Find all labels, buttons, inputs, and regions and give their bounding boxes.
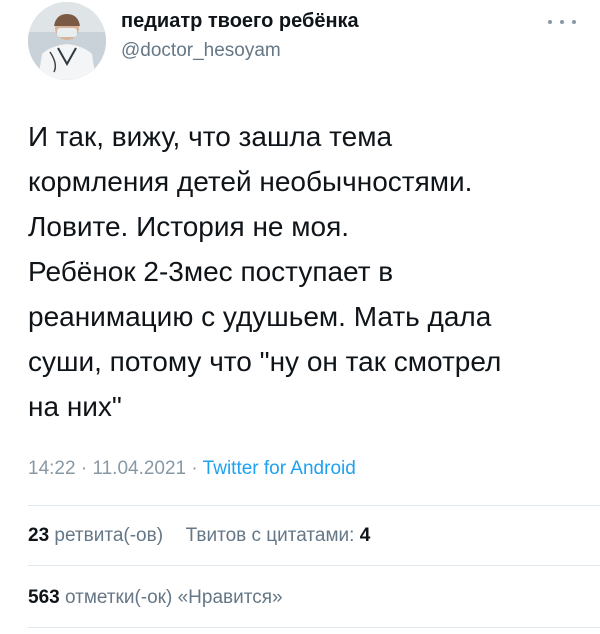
avatar[interactable] bbox=[28, 2, 106, 80]
tweet-time[interactable]: 14:22 bbox=[28, 458, 76, 479]
tweet-text-line: реанимацию с удушьем. Мать дала bbox=[28, 301, 492, 332]
quote-tweets-count: 4 bbox=[359, 525, 371, 546]
more-options-dot bbox=[560, 20, 564, 24]
divider bbox=[28, 505, 600, 506]
quote-tweets-label: Твитов с цитатами: bbox=[185, 525, 355, 546]
author-handle[interactable]: @doctor_hesoyam bbox=[121, 40, 281, 62]
tweet-text-line: Ребёнок 2-3мес поступает в bbox=[28, 256, 394, 287]
more-options-dot bbox=[548, 20, 552, 24]
tweet-source-link[interactable]: Twitter for Android bbox=[203, 458, 356, 479]
retweets-label: ретвита(-ов) bbox=[54, 525, 164, 546]
quote-tweets-link[interactable]: Твитов с цитатами: 4 bbox=[186, 525, 371, 546]
tweet-meta: 14:22 · 11.04.2021 · Twitter for Android bbox=[28, 458, 356, 480]
more-options-dot bbox=[572, 20, 576, 24]
divider bbox=[28, 565, 600, 566]
retweets-count: 23 bbox=[28, 525, 50, 546]
meta-separator: · bbox=[191, 458, 198, 479]
divider bbox=[28, 627, 600, 628]
doctor-avatar-icon bbox=[28, 2, 106, 80]
likes-count: 563 bbox=[28, 587, 60, 608]
likes-stats: 563 отметки(-ок) «Нравится» bbox=[28, 587, 283, 609]
tweet-text-line: суши, потому что "ну он так смотрел bbox=[28, 346, 502, 377]
retweet-stats: 23 ретвита(-ов) Твитов с цитатами: 4 bbox=[28, 525, 370, 547]
tweet-text-line: Ловите. История не моя. bbox=[28, 211, 350, 242]
likes-label: отметки(-ок) «Нравится» bbox=[64, 587, 283, 608]
tweet-date[interactable]: 11.04.2021 bbox=[92, 458, 186, 479]
likes-link[interactable]: 563 отметки(-ок) «Нравится» bbox=[28, 587, 283, 608]
meta-separator: · bbox=[80, 458, 88, 479]
retweets-link[interactable]: 23 ретвита(-ов) bbox=[28, 525, 168, 546]
tweet-text-line: на них" bbox=[28, 391, 122, 422]
tweet-text-line: кормления детей необычностями. bbox=[28, 166, 473, 197]
more-options-icon[interactable] bbox=[548, 14, 576, 30]
author-display-name[interactable]: педиатр твоего ребёнка bbox=[121, 10, 359, 33]
tweet-text-line: И так, вижу, что зашла тема bbox=[28, 121, 393, 152]
tweet-text: И так, вижу, что зашла тема кормления де… bbox=[28, 114, 578, 429]
